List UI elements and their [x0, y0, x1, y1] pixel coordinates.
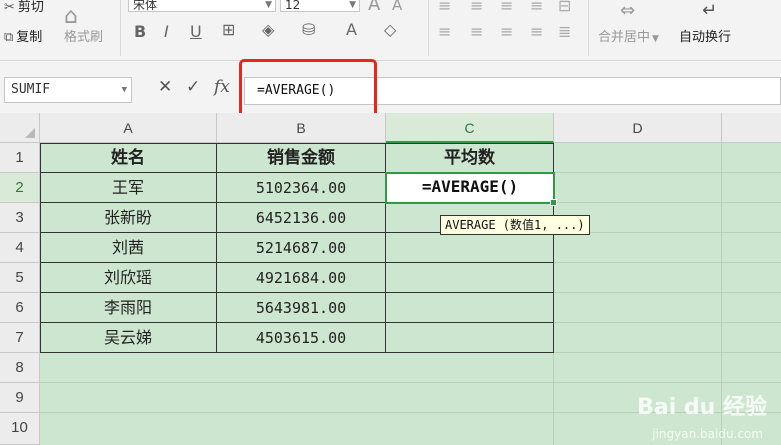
- copy-button[interactable]: ⧉ 复制: [4, 26, 42, 45]
- wrap-text-button[interactable]: 自动换行: [679, 26, 731, 45]
- paint-bucket-icon[interactable]: ⛁: [302, 20, 315, 39]
- font-grow-icon[interactable]: A: [368, 0, 380, 15]
- fill-handle[interactable]: [550, 199, 557, 206]
- name-cell[interactable]: 张新盼: [40, 203, 217, 233]
- border-icon[interactable]: ⊞: [222, 20, 235, 39]
- name-cell[interactable]: 刘茜: [40, 233, 217, 263]
- cut-button[interactable]: ✂ 剪切: [4, 0, 44, 15]
- underline-icon[interactable]: U: [190, 22, 202, 41]
- chevron-down-icon: ▼: [652, 34, 659, 44]
- font-name-select[interactable]: 宋体 ▼: [128, 0, 276, 12]
- chevron-down-icon: ▼: [265, 0, 272, 10]
- font-size-select[interactable]: 12 ▼: [280, 0, 360, 12]
- formula-bar: SUMIF ▼ ✕ ✓ fx =AVERAGE(): [0, 61, 781, 114]
- ribbon-divider: [588, 0, 589, 56]
- bold-icon[interactable]: B: [134, 22, 146, 41]
- italic-icon[interactable]: I: [164, 22, 169, 41]
- eraser-icon[interactable]: ◇: [384, 20, 396, 39]
- column-header-d[interactable]: D: [554, 113, 722, 143]
- amount-cell[interactable]: 4921684.00: [217, 263, 386, 293]
- ribbon-divider: [428, 0, 429, 56]
- average-cell[interactable]: [386, 233, 554, 263]
- font-color-icon[interactable]: A: [346, 20, 357, 39]
- row-header-8[interactable]: 8: [0, 353, 40, 383]
- align-right-icon[interactable]: ≡: [500, 22, 513, 41]
- indent-icon[interactable]: ≡: [530, 22, 543, 41]
- column-header-c[interactable]: C: [386, 113, 554, 143]
- average-cell[interactable]: [386, 263, 554, 293]
- ribbon-toolbar: ✂ 剪切 ⧉ 复制 ⌂ 格式刷 宋体 ▼ 12 ▼ A A B I U ⊞ ◈ ⛁ A …: [0, 0, 781, 61]
- cancel-icon[interactable]: ✕: [158, 77, 172, 97]
- column-header-e[interactable]: [722, 113, 781, 143]
- function-tooltip: AVERAGE (数值1, ...): [440, 215, 590, 235]
- row-header-2[interactable]: 2: [0, 173, 40, 203]
- row-header-10[interactable]: 10: [0, 413, 40, 445]
- name-cell[interactable]: 吴云娣: [40, 323, 217, 353]
- align-left-icon[interactable]: ≡: [438, 22, 451, 41]
- name-cell[interactable]: 李雨阳: [40, 293, 217, 323]
- row-header-6[interactable]: 6: [0, 293, 40, 323]
- column-header-b[interactable]: B: [217, 113, 386, 143]
- cut-icon: ✂: [4, 0, 15, 15]
- align-justify-icon[interactable]: ≡: [530, 0, 543, 15]
- header-cell-amount[interactable]: 销售金额: [217, 143, 386, 173]
- format-painter-button[interactable]: 格式刷: [64, 26, 103, 45]
- row-header-3[interactable]: 3: [0, 203, 40, 233]
- average-cell[interactable]: [386, 323, 554, 353]
- chevron-down-icon: ▼: [121, 85, 127, 95]
- grid-line: [554, 352, 781, 353]
- confirm-icon[interactable]: ✓: [186, 77, 200, 97]
- outdent-icon[interactable]: ≣: [558, 22, 571, 41]
- grid-line: [554, 262, 781, 263]
- row-header-5[interactable]: 5: [0, 263, 40, 293]
- amount-cell[interactable]: 4503615.00: [217, 323, 386, 353]
- column-header-a[interactable]: A: [40, 113, 217, 143]
- grid-line: [554, 322, 781, 323]
- align-bottom-icon[interactable]: ≡: [500, 0, 513, 15]
- row-header-1[interactable]: 1: [0, 143, 40, 173]
- grid-line: [40, 382, 781, 383]
- amount-cell[interactable]: 5102364.00: [217, 173, 386, 203]
- ribbon-divider: [120, 0, 121, 56]
- align-middle-icon[interactable]: ≡: [470, 0, 483, 15]
- chevron-down-icon: ▼: [349, 0, 356, 10]
- merge-icon[interactable]: ⇔: [620, 0, 635, 21]
- function-icon[interactable]: fx: [214, 77, 230, 97]
- align-top-icon[interactable]: ≡: [438, 0, 451, 15]
- formula-highlight-box: [239, 59, 377, 118]
- select-all-button[interactable]: [0, 113, 40, 143]
- copy-icon: ⧉: [4, 30, 14, 45]
- name-cell[interactable]: 刘欣瑶: [40, 263, 217, 293]
- row-header-7[interactable]: 7: [0, 323, 40, 353]
- fill-color-icon[interactable]: ◈: [262, 20, 274, 39]
- name-box[interactable]: SUMIF ▼: [4, 77, 132, 103]
- font-shrink-icon[interactable]: A: [392, 0, 402, 14]
- average-cell[interactable]: [386, 293, 554, 323]
- name-cell[interactable]: 王军: [40, 173, 217, 203]
- spreadsheet-grid: A B C D 1 2 3 4 5 6 7 8 9 10 姓名 销售金额 平均数…: [0, 113, 781, 445]
- align-center-icon[interactable]: ≡: [470, 22, 483, 41]
- merge-center-button[interactable]: 合并居中 ▼: [598, 26, 659, 45]
- distribute-icon[interactable]: ⊟: [558, 0, 571, 15]
- header-cell-average[interactable]: 平均数: [386, 143, 554, 173]
- baidu-watermark-logo: Bai du 经验: [637, 395, 767, 420]
- grid-line: [554, 292, 781, 293]
- grid-line: [554, 202, 781, 203]
- active-cell-c2[interactable]: =AVERAGE(): [385, 172, 557, 206]
- wrap-icon[interactable]: ↵: [702, 0, 717, 21]
- baidu-watermark-url: jingyan.baidu.com: [652, 427, 763, 441]
- amount-cell[interactable]: 5214687.00: [217, 233, 386, 263]
- amount-cell[interactable]: 6452136.00: [217, 203, 386, 233]
- row-header-4[interactable]: 4: [0, 233, 40, 263]
- amount-cell[interactable]: 5643981.00: [217, 293, 386, 323]
- grid-line: [554, 172, 781, 173]
- row-header-9[interactable]: 9: [0, 383, 40, 413]
- header-cell-name[interactable]: 姓名: [40, 143, 217, 173]
